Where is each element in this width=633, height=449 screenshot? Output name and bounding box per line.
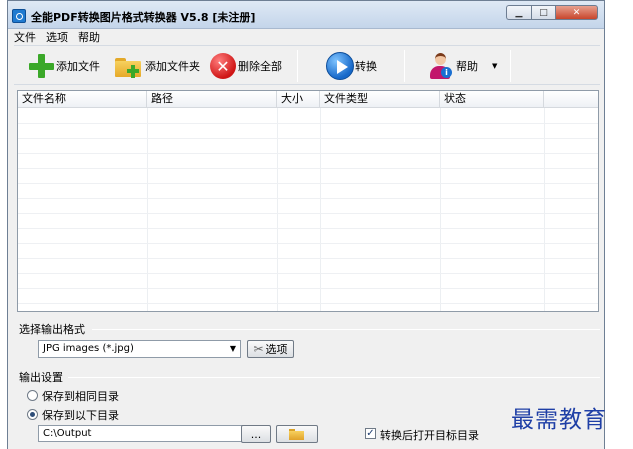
- output-settings-label: 输出设置: [19, 371, 63, 384]
- format-options-button[interactable]: ✂ 选项: [247, 340, 294, 358]
- maximize-button[interactable]: □: [531, 5, 555, 20]
- title-bar[interactable]: 全能PDF转换图片格式转换器 V5.8 [未注册] ▁ □ ✕: [8, 1, 604, 29]
- tools-icon: ✂: [253, 342, 264, 356]
- menu-options[interactable]: 选项: [46, 29, 68, 45]
- custom-dir-radio[interactable]: [27, 409, 38, 420]
- window-controls: ▁ □ ✕: [506, 5, 598, 20]
- menu-file[interactable]: 文件: [14, 29, 36, 45]
- toolbar-separator: [297, 50, 298, 82]
- window-title: 全能PDF转换图片格式转换器 V5.8 [未注册]: [31, 11, 256, 24]
- output-format-label: 选择输出格式: [19, 323, 85, 336]
- delete-all-label: 删除全部: [238, 60, 282, 73]
- file-list-table[interactable]: 文件名称 路径 大小 文件类型 状态: [17, 90, 599, 312]
- format-options-label: 选项: [265, 343, 288, 356]
- menu-help[interactable]: 帮助: [78, 29, 100, 45]
- user-help-icon: i: [429, 52, 453, 80]
- same-dir-label[interactable]: 保存到相同目录: [42, 388, 119, 404]
- output-format-select[interactable]: JPG images (*.jpg) ▼: [38, 340, 241, 358]
- open-after-checkbox[interactable]: ✓: [365, 428, 376, 439]
- toolbar-separator: [510, 50, 511, 82]
- toolbar-separator: [404, 50, 405, 82]
- table-row-line: [18, 183, 598, 184]
- table-header: 文件名称 路径 大小 文件类型 状态: [18, 91, 598, 108]
- table-row-line: [18, 168, 598, 169]
- browse-button[interactable]: ...: [241, 425, 271, 443]
- play-icon: [326, 52, 354, 80]
- open-after-label[interactable]: 转换后打开目标目录: [380, 427, 479, 443]
- menu-bar: 文件 选项 帮助: [8, 29, 604, 44]
- minimize-button[interactable]: ▁: [506, 5, 531, 20]
- custom-dir-label[interactable]: 保存到以下目录: [42, 407, 119, 423]
- convert-button[interactable]: 转换: [326, 52, 377, 80]
- table-row-line: [18, 273, 598, 274]
- table-row-line: [18, 228, 598, 229]
- same-dir-radio[interactable]: [27, 390, 38, 401]
- add-file-label: 添加文件: [56, 60, 100, 73]
- toolbar: 添加文件 添加文件夹 ✕ 删除全部 转换 i 帮助 ▼: [14, 45, 600, 85]
- help-label: 帮助: [456, 60, 478, 73]
- folder-icon: [289, 428, 305, 440]
- help-button[interactable]: i 帮助 ▼: [429, 52, 497, 80]
- app-window: 全能PDF转换图片格式转换器 V5.8 [未注册] ▁ □ ✕ 文件 选项 帮助…: [7, 0, 605, 449]
- open-folder-button[interactable]: [276, 425, 318, 443]
- table-row-line: [18, 303, 598, 304]
- table-row-line: [18, 138, 598, 139]
- add-folder-button[interactable]: 添加文件夹: [114, 52, 200, 80]
- table-row-line: [18, 243, 598, 244]
- column-header-filename[interactable]: 文件名称: [18, 91, 147, 108]
- app-icon: [12, 9, 26, 23]
- chevron-down-icon[interactable]: ▼: [492, 62, 497, 70]
- add-file-button[interactable]: 添加文件: [28, 52, 100, 80]
- table-row-line: [18, 123, 598, 124]
- column-header-type[interactable]: 文件类型: [320, 91, 440, 108]
- close-button[interactable]: ✕: [555, 5, 598, 20]
- table-row-line: [18, 153, 598, 154]
- table-row-line: [18, 288, 598, 289]
- table-row-line: [18, 258, 598, 259]
- table-row-line: [18, 213, 598, 214]
- add-folder-label: 添加文件夹: [145, 60, 200, 73]
- plus-icon: [28, 53, 54, 79]
- column-header-size[interactable]: 大小: [277, 91, 320, 108]
- delete-all-button[interactable]: ✕ 删除全部: [210, 52, 282, 80]
- convert-label: 转换: [355, 60, 377, 73]
- divider: [68, 377, 600, 378]
- chevron-down-icon: ▼: [229, 344, 236, 353]
- folder-add-icon: [114, 54, 144, 78]
- delete-icon: ✕: [210, 53, 236, 79]
- watermark: 最需教育: [511, 407, 607, 433]
- table-row-line: [18, 198, 598, 199]
- output-path-input[interactable]: C:\Output: [38, 425, 243, 442]
- column-header-path[interactable]: 路径: [147, 91, 277, 108]
- output-format-value: JPG images (*.jpg): [43, 343, 134, 354]
- divider: [92, 329, 600, 330]
- column-header-status[interactable]: 状态: [440, 91, 544, 108]
